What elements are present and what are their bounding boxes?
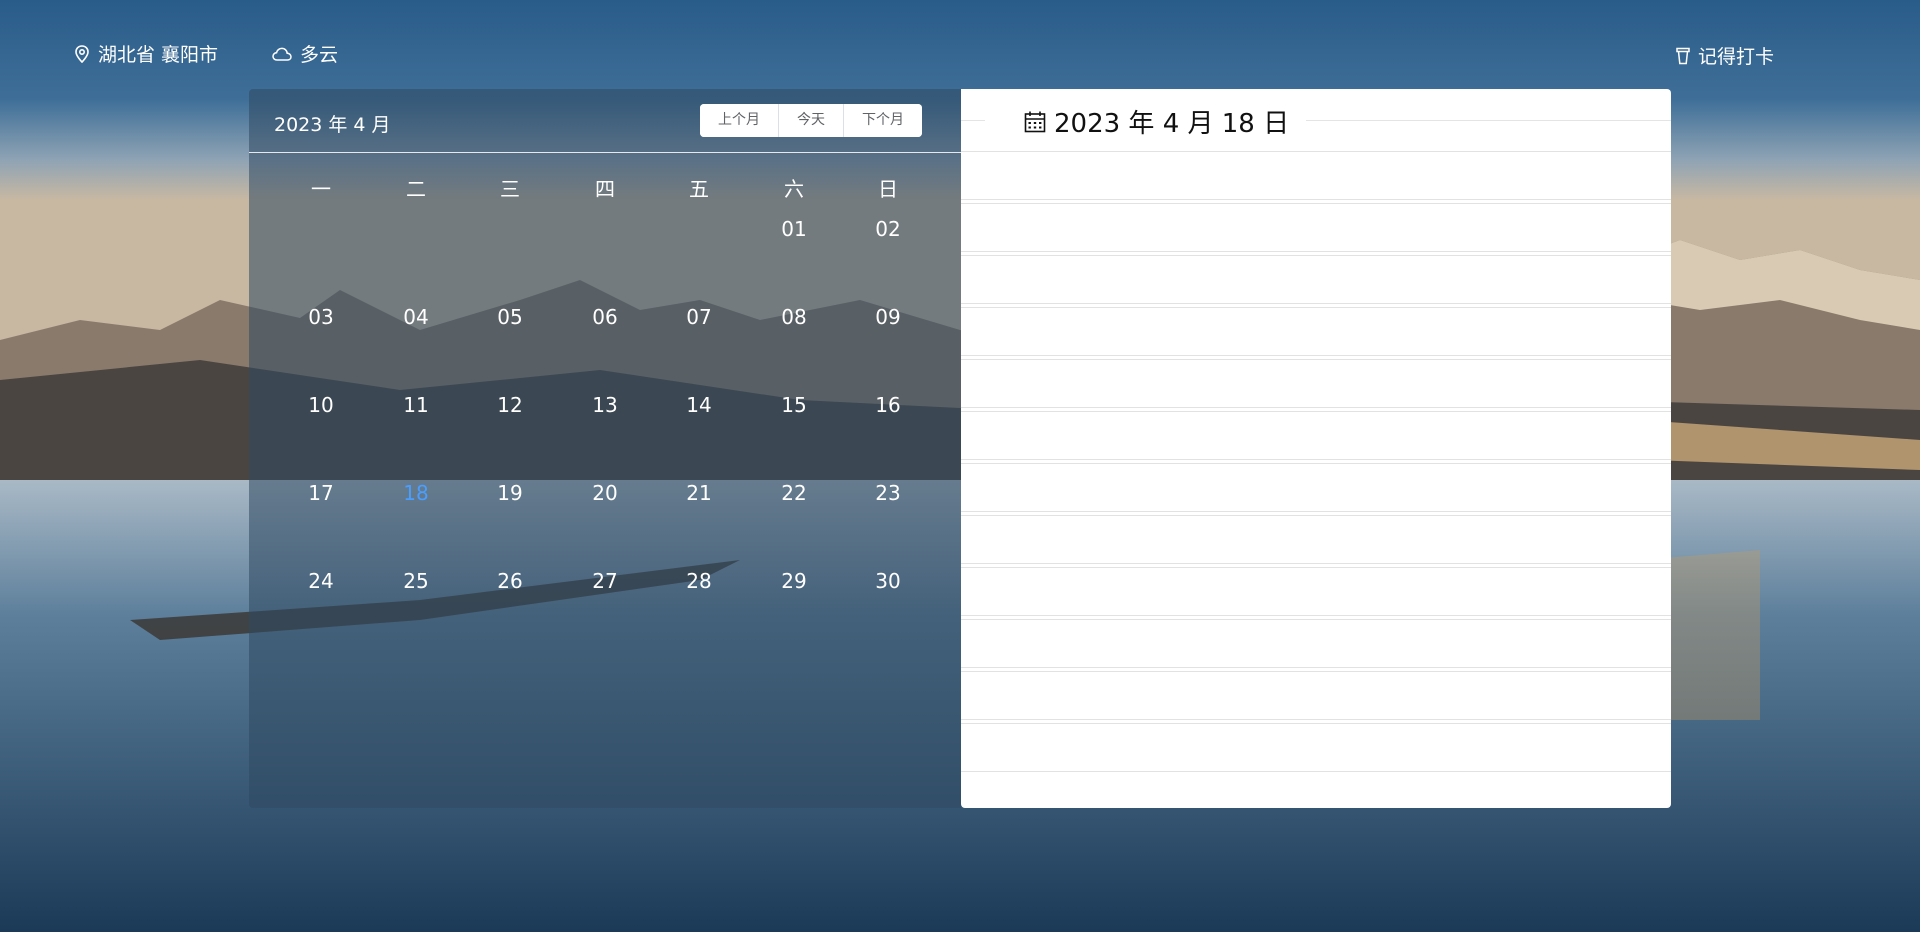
calendar-weeks: 01 02 03 04 05 06 07 08 09 10 11 12 13 14 15 16 17 18 19 20… bbox=[249, 209, 961, 649]
note-row[interactable] bbox=[961, 359, 1671, 408]
calendar-day[interactable]: 04 bbox=[386, 305, 446, 329]
calendar-week-row: 01 02 bbox=[249, 209, 961, 297]
next-month-button[interactable]: 下个月 bbox=[844, 104, 922, 137]
selected-date: 2023 年 4 月 18 日 bbox=[1024, 103, 1289, 140]
calendar-day[interactable]: 16 bbox=[858, 393, 918, 417]
calendar-day[interactable]: 28 bbox=[669, 569, 729, 593]
calendar-day[interactable]: 08 bbox=[764, 305, 824, 329]
calendar-day[interactable]: 09 bbox=[858, 305, 918, 329]
calendar-day[interactable]: 15 bbox=[764, 393, 824, 417]
calendar-day[interactable]: 23 bbox=[858, 481, 918, 505]
cloud-icon bbox=[272, 47, 292, 61]
calendar-day[interactable]: 13 bbox=[575, 393, 635, 417]
month-nav-buttons: 上个月 今天 下个月 bbox=[700, 104, 922, 137]
calendar-day[interactable]: 26 bbox=[480, 569, 540, 593]
calendar-day[interactable]: 30 bbox=[858, 569, 918, 593]
note-row[interactable] bbox=[961, 515, 1671, 564]
note-row[interactable] bbox=[961, 307, 1671, 356]
weather-text: 多云 bbox=[300, 44, 339, 66]
weekday-label: 三 bbox=[500, 177, 520, 201]
today-button[interactable]: 今天 bbox=[779, 104, 844, 137]
weekday-label: 二 bbox=[406, 177, 426, 201]
calendar-day[interactable]: 14 bbox=[669, 393, 729, 417]
note-row[interactable] bbox=[961, 203, 1671, 252]
weekday-label: 日 bbox=[878, 177, 898, 201]
cup-icon bbox=[1676, 47, 1690, 65]
note-row[interactable] bbox=[961, 671, 1671, 720]
calendar-day[interactable]: 22 bbox=[764, 481, 824, 505]
calendar-day[interactable]: 24 bbox=[291, 569, 351, 593]
note-row[interactable] bbox=[961, 567, 1671, 616]
calendar-day[interactable]: 12 bbox=[480, 393, 540, 417]
checkin-text: 记得打卡 bbox=[1698, 46, 1775, 68]
top-bar: 湖北省 襄阳市 多云 记得打卡 bbox=[0, 40, 1920, 72]
calendar-day[interactable]: 07 bbox=[669, 305, 729, 329]
calendar-day[interactable]: 06 bbox=[575, 305, 635, 329]
calendar-panel: 2023 年 4 月 上个月 今天 下个月 一 二 三 四 五 六 日 01 02 03 04 05… bbox=[249, 89, 961, 808]
day-detail-panel: 2023 年 4 月 18 日 bbox=[961, 89, 1671, 808]
calendar-week-row: 17 18 19 20 21 22 23 bbox=[249, 473, 961, 561]
prev-month-button[interactable]: 上个月 bbox=[700, 104, 779, 137]
note-row[interactable] bbox=[961, 255, 1671, 304]
calendar-day[interactable]: 03 bbox=[291, 305, 351, 329]
weekday-label: 一 bbox=[311, 177, 331, 201]
calendar-day[interactable]: 10 bbox=[291, 393, 351, 417]
location-text: 湖北省 襄阳市 bbox=[98, 44, 219, 66]
detail-header: 2023 年 4 月 18 日 bbox=[961, 89, 1671, 151]
calendar-week-row: 24 25 26 27 28 29 30 bbox=[249, 561, 961, 649]
weekday-label: 四 bbox=[595, 177, 615, 201]
weekday-label: 六 bbox=[784, 177, 804, 201]
calendar-day[interactable]: 01 bbox=[764, 217, 824, 241]
map-pin-icon bbox=[74, 44, 90, 63]
calendar-day[interactable]: 29 bbox=[764, 569, 824, 593]
divider bbox=[961, 120, 985, 121]
location: 湖北省 襄阳市 bbox=[74, 40, 218, 67]
calendar-day[interactable]: 21 bbox=[669, 481, 729, 505]
calendar-day[interactable]: 02 bbox=[858, 217, 918, 241]
note-row[interactable] bbox=[961, 151, 1671, 200]
calendar-month-title: 2023 年 4 月 bbox=[274, 114, 391, 136]
divider bbox=[1306, 120, 1671, 121]
note-row[interactable] bbox=[961, 411, 1671, 460]
calendar-week-row: 03 04 05 06 07 08 09 bbox=[249, 297, 961, 385]
calendar-week-row: 10 11 12 13 14 15 16 bbox=[249, 385, 961, 473]
calendar-day[interactable]: 05 bbox=[480, 305, 540, 329]
calendar-day[interactable]: 27 bbox=[575, 569, 635, 593]
note-row[interactable] bbox=[961, 723, 1671, 772]
note-row[interactable] bbox=[961, 463, 1671, 512]
weekday-label: 五 bbox=[689, 177, 709, 201]
note-rows bbox=[961, 151, 1671, 775]
calendar-day[interactable]: 17 bbox=[291, 481, 351, 505]
note-row[interactable] bbox=[961, 619, 1671, 668]
weather: 多云 bbox=[272, 40, 338, 67]
weekday-header-row: 一二三四五六日 bbox=[249, 153, 961, 209]
calendar-day[interactable]: 19 bbox=[480, 481, 540, 505]
calendar-day[interactable]: 20 bbox=[575, 481, 635, 505]
selected-date-text: 2023 年 4 月 18 日 bbox=[1054, 109, 1290, 139]
calendar-day[interactable]: 25 bbox=[386, 569, 446, 593]
calendar-day-selected[interactable]: 18 bbox=[386, 481, 446, 505]
checkin-reminder[interactable]: 记得打卡 bbox=[1676, 42, 1774, 69]
calendar-grid: 一 二 三 四 五 六 日 01 02 03 04 05 06 07 08 09 10 11 12 13 14 15 16… bbox=[249, 153, 961, 649]
calendar-icon bbox=[1024, 111, 1046, 133]
calendar-header: 2023 年 4 月 上个月 今天 下个月 bbox=[249, 89, 961, 153]
calendar-day[interactable]: 11 bbox=[386, 393, 446, 417]
